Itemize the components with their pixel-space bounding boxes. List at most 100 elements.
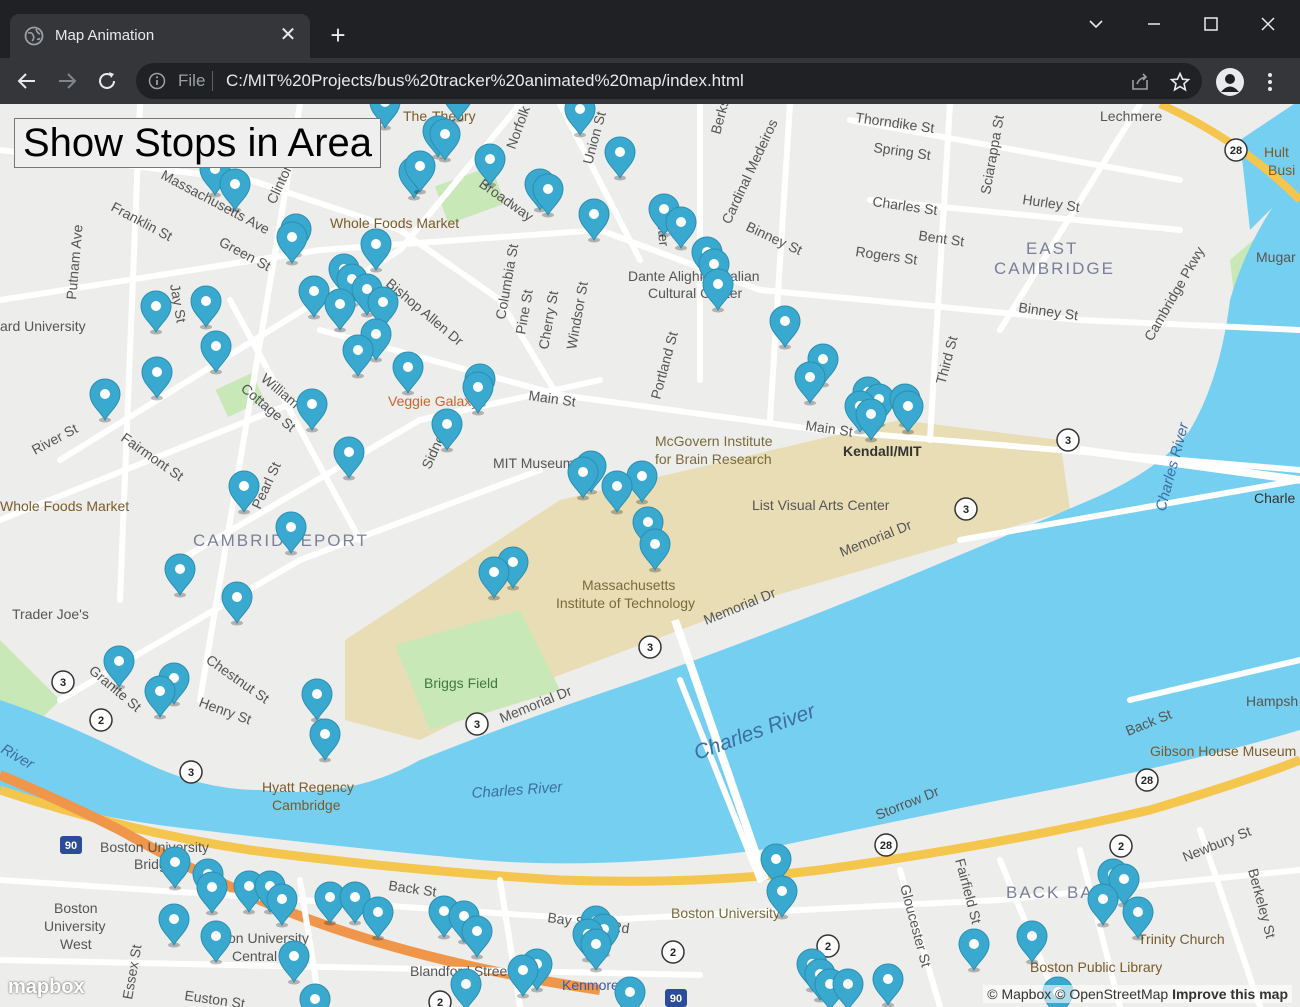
bus-stop-marker[interactable]: [200, 920, 232, 965]
svg-text:2: 2: [825, 941, 831, 953]
svg-text:2: 2: [437, 997, 443, 1007]
svg-text:28: 28: [1230, 145, 1242, 157]
bus-stop-marker[interactable]: [462, 371, 494, 416]
bus-stop-marker[interactable]: [360, 228, 392, 273]
bus-stop-marker[interactable]: [362, 896, 394, 941]
bus-stop-marker[interactable]: [314, 881, 346, 926]
bus-stop-marker[interactable]: [278, 940, 310, 985]
bus-stop-marker[interactable]: [1122, 896, 1154, 941]
bus-stop-marker[interactable]: [564, 104, 596, 138]
bus-stop-marker[interactable]: [580, 928, 612, 973]
bus-stop-marker[interactable]: [266, 883, 298, 928]
bus-stop-marker[interactable]: [604, 136, 636, 181]
bus-stop-marker[interactable]: [296, 388, 328, 433]
browser-toolbar: File C:/MIT%20Projects/bus%20tracker%20a…: [0, 58, 1300, 104]
bus-stop-marker[interactable]: [89, 378, 121, 423]
svg-text:90: 90: [65, 840, 77, 852]
bus-stop-marker[interactable]: [614, 976, 646, 1007]
share-icon[interactable]: [1129, 71, 1151, 93]
back-arrow-icon[interactable]: [12, 66, 42, 96]
bus-stop-marker[interactable]: [392, 351, 424, 396]
bus-stop-marker[interactable]: [140, 290, 172, 335]
bus-stop-marker[interactable]: [196, 871, 228, 916]
bus-stop-marker[interactable]: [766, 875, 798, 920]
maximize-icon[interactable]: [1191, 10, 1231, 38]
route-shield: 3: [465, 712, 489, 736]
svg-text:3: 3: [60, 677, 66, 689]
attribution-osm[interactable]: © OpenStreetMap: [1055, 986, 1168, 1002]
bus-stop-marker[interactable]: [103, 645, 135, 690]
bus-stop-marker[interactable]: [474, 143, 506, 188]
bookmark-star-icon[interactable]: [1169, 71, 1191, 93]
svg-text:2: 2: [98, 715, 104, 727]
bus-stop-marker[interactable]: [190, 285, 222, 330]
reload-icon[interactable]: [92, 66, 122, 96]
tab-title: Map Animation: [55, 27, 155, 44]
bus-stop-marker[interactable]: [200, 330, 232, 375]
minimize-icon[interactable]: [1134, 10, 1174, 38]
address-scheme: File: [178, 71, 206, 90]
browser-tab[interactable]: Map Animation ✕: [10, 14, 310, 58]
tab-search-icon[interactable]: [1076, 10, 1116, 38]
bus-stop-marker[interactable]: [1016, 920, 1048, 965]
bus-stop-marker[interactable]: [221, 581, 253, 626]
attribution-mapbox[interactable]: © Mapbox: [987, 986, 1051, 1002]
svg-text:3: 3: [1065, 435, 1071, 447]
bus-stop-marker[interactable]: [872, 963, 904, 1007]
bus-stop-marker[interactable]: [158, 903, 190, 948]
improve-map-link[interactable]: Improve this map: [1172, 986, 1288, 1002]
bus-stop-marker[interactable]: [958, 928, 990, 973]
bus-stop-marker[interactable]: [298, 275, 330, 320]
bus-stop-marker[interactable]: [275, 511, 307, 556]
bus-stop-marker[interactable]: [333, 436, 365, 481]
bus-stop-marker[interactable]: [769, 305, 801, 350]
bus-stop-marker[interactable]: [855, 398, 887, 443]
bus-stop-marker[interactable]: [159, 846, 191, 891]
route-shield: 3: [638, 635, 662, 659]
profile-avatar-icon[interactable]: [1216, 68, 1244, 96]
bus-stop-marker[interactable]: [431, 408, 463, 453]
bus-stop-marker[interactable]: [578, 198, 610, 243]
bus-stop-marker[interactable]: [702, 268, 734, 313]
info-icon[interactable]: [148, 72, 166, 90]
bus-stop-marker[interactable]: [665, 206, 697, 251]
bus-stop-marker[interactable]: [219, 168, 251, 213]
bus-stop-marker[interactable]: [276, 221, 308, 266]
show-stops-button[interactable]: Show Stops in Area: [14, 118, 381, 168]
svg-text:90: 90: [670, 993, 682, 1005]
route-shield: 3: [1056, 428, 1080, 452]
bus-stop-marker[interactable]: [144, 675, 176, 720]
bus-stop-marker[interactable]: [1087, 883, 1119, 928]
bus-stop-marker[interactable]: [794, 361, 826, 406]
bus-stop-marker[interactable]: [299, 983, 331, 1007]
kebab-menu-icon[interactable]: [1258, 68, 1282, 96]
address-url[interactable]: C:/MIT%20Projects/bus%20tracker%20animat…: [226, 71, 744, 91]
route-shield: 90: [60, 836, 82, 854]
close-window-icon[interactable]: [1248, 10, 1288, 38]
bus-stop-marker[interactable]: [601, 470, 633, 515]
svg-text:2: 2: [1118, 841, 1124, 853]
close-tab-icon[interactable]: ✕: [276, 23, 300, 47]
bus-stop-marker[interactable]: [450, 968, 482, 1007]
bus-stop-marker[interactable]: [309, 718, 341, 763]
bus-stop-marker[interactable]: [324, 288, 356, 333]
address-bar[interactable]: File C:/MIT%20Projects/bus%20tracker%20a…: [136, 63, 1202, 99]
route-shield: 3: [179, 760, 203, 784]
bus-stop-marker[interactable]: [892, 390, 924, 435]
svg-text:28: 28: [1141, 775, 1153, 787]
route-shield: 28: [874, 833, 898, 857]
forward-arrow-icon[interactable]: [52, 66, 82, 96]
bus-stop-marker[interactable]: [832, 968, 864, 1007]
bus-stop-marker[interactable]: [164, 553, 196, 598]
map-canvas[interactable]: Lechmere Thorndike St Spring St Charles …: [0, 104, 1300, 1007]
new-tab-button[interactable]: +: [325, 22, 351, 48]
bus-stop-marker[interactable]: [639, 528, 671, 573]
tab-strip: Map Animation ✕ +: [0, 0, 1300, 58]
svg-text:3: 3: [474, 719, 480, 731]
bus-stop-marker[interactable]: [228, 470, 260, 515]
bus-stop-marker[interactable]: [478, 556, 510, 601]
bus-stop-marker[interactable]: [461, 915, 493, 960]
bus-stop-marker[interactable]: [342, 334, 374, 379]
bus-stop-marker[interactable]: [141, 356, 173, 401]
bus-stop-marker[interactable]: [301, 678, 333, 723]
